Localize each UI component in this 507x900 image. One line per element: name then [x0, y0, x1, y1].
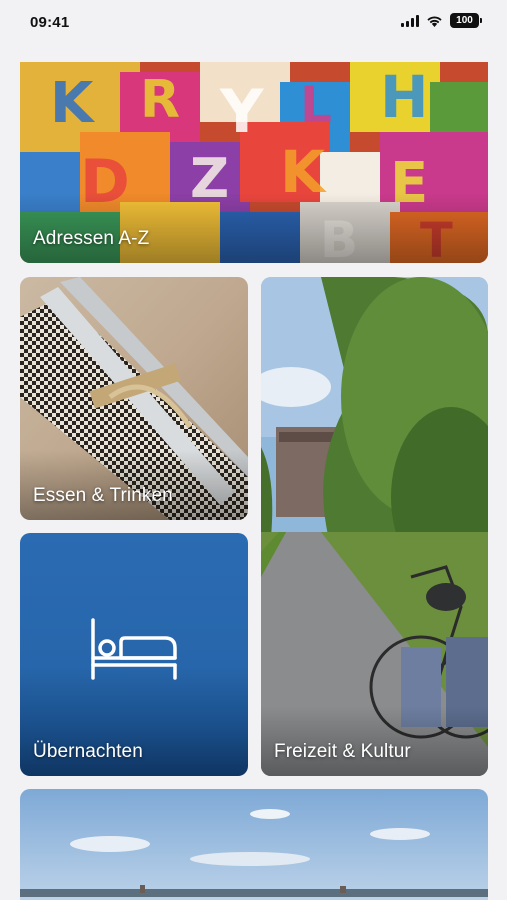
bed-icon: [91, 618, 177, 680]
svg-text:H: H: [380, 63, 429, 131]
wifi-icon: [427, 16, 442, 27]
tile-label-essen: Essen & Trinken: [33, 485, 173, 506]
tile-adressen-a-z[interactable]: K R Y L H D Z K E B T Adressen A-Z: [20, 62, 488, 263]
signal-icon: [401, 14, 419, 27]
home-screen: 09:41 100 K R Y L H D Z K E Adressen A-Z…: [0, 0, 507, 900]
svg-text:K: K: [50, 71, 96, 136]
bicycle-bridge-photo: [261, 277, 488, 776]
tile-label-uebernachten: Übernachten: [33, 741, 143, 762]
tile-uebernachten[interactable]: Übernachten: [20, 533, 248, 776]
status-bar: 09:41 100: [0, 0, 507, 46]
status-icons: 100: [401, 13, 482, 28]
battery-icon: 100: [450, 13, 482, 28]
svg-text:Y: Y: [219, 77, 265, 147]
tile-freizeit-kultur[interactable]: Freizeit & Kultur: [261, 277, 488, 776]
tile-landscape[interactable]: [20, 789, 488, 900]
river-landscape-photo: [20, 789, 488, 900]
tile-label-adressen: Adressen A-Z: [33, 228, 150, 249]
battery-level: 100: [456, 15, 473, 26]
tile-label-freizeit: Freizeit & Kultur: [274, 741, 411, 762]
svg-text:R: R: [140, 70, 180, 130]
status-time: 09:41: [30, 14, 70, 31]
tile-essen-trinken[interactable]: Essen & Trinken: [20, 277, 248, 520]
svg-text:L: L: [300, 76, 332, 134]
